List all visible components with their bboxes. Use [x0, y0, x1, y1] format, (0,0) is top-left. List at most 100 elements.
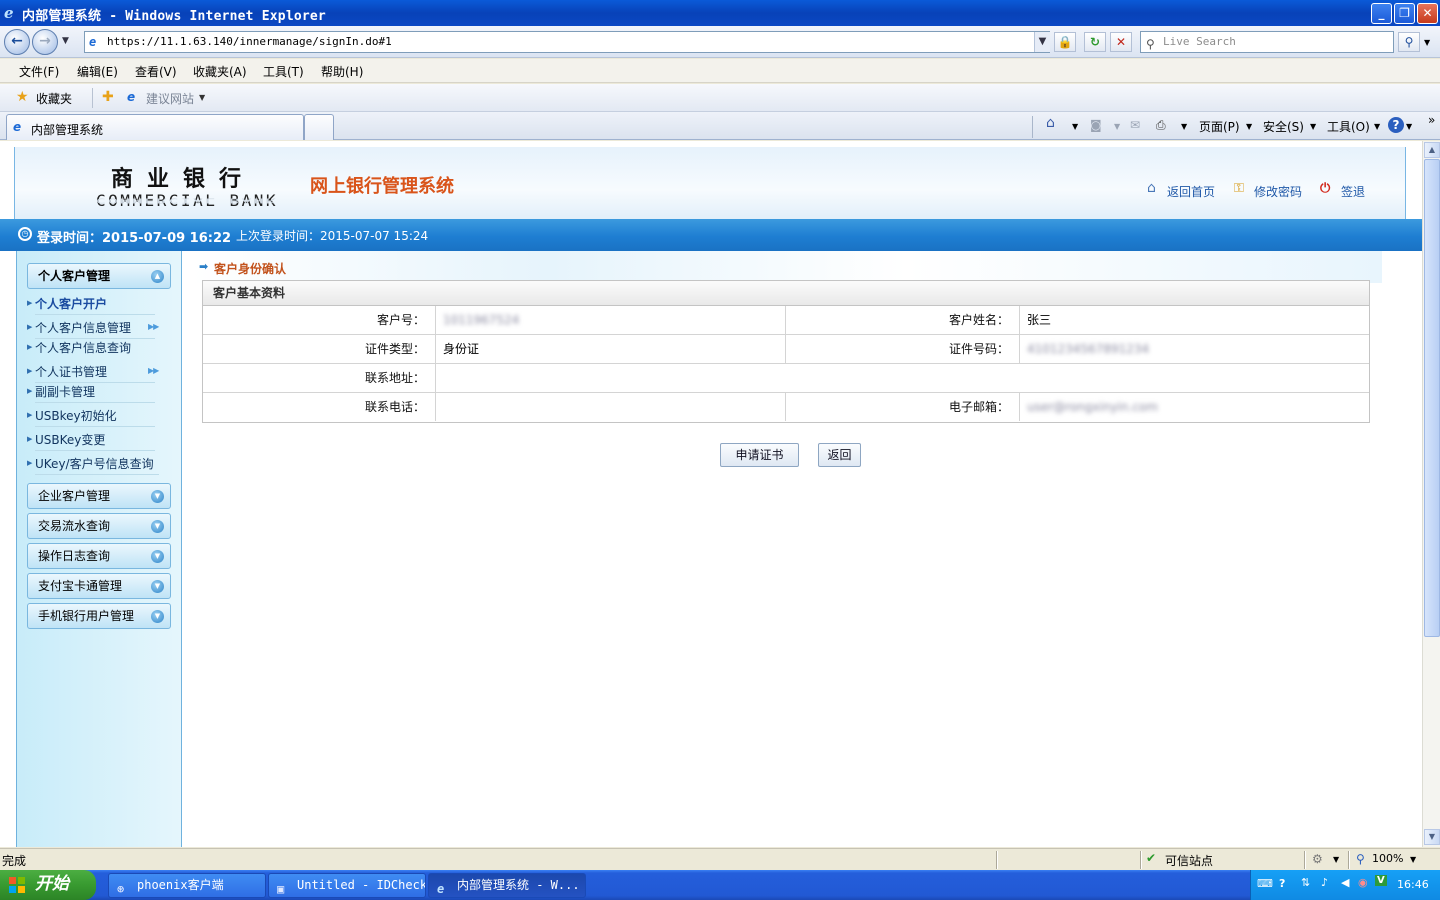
refresh-button[interactable]: ↻ — [1084, 32, 1106, 52]
page-menu[interactable]: 页面(P) — [1199, 118, 1240, 135]
restore-button[interactable]: ❐ — [1394, 3, 1415, 24]
sidebar-group-enterprise[interactable]: 企业客户管理 ▼ — [27, 483, 171, 509]
login-info-bar: ◷ 登录时间：2015-07-09 16:22 上次登录时间：2015-07-0… — [0, 219, 1422, 251]
task-phoenix[interactable]: ⊛ phoenix客户端 — [108, 873, 266, 898]
zoom-level[interactable]: 100% — [1372, 852, 1403, 865]
help-icon[interactable]: ? — [1388, 117, 1404, 133]
sidebar-item-info-manage[interactable]: ▶ 个人客户信息管理 ▶▶ — [27, 319, 159, 339]
page-scrollbar[interactable]: ▲ ▼ — [1422, 141, 1440, 847]
protected-mode-dropdown-icon[interactable]: ▼ — [1333, 855, 1339, 864]
history-dropdown-icon[interactable]: ▼ — [62, 36, 69, 46]
menu-help[interactable]: 帮助(H) — [321, 63, 363, 80]
sidebar-item-usbkey-init[interactable]: ▶ USBkey初始化 — [27, 407, 155, 427]
menu-tools[interactable]: 工具(T) — [263, 63, 304, 80]
divider — [435, 364, 436, 392]
scroll-up-icon[interactable]: ▲ — [1424, 142, 1440, 158]
sidebar-group-personal[interactable]: 个人客户管理 ▲ — [27, 263, 171, 289]
home-link[interactable]: 返回首页 — [1167, 183, 1215, 200]
task-ie-internal-system[interactable]: e 内部管理系统 - W... — [428, 873, 586, 898]
email-label: 电子邮箱： — [948, 400, 1009, 414]
help-tray-icon[interactable]: ? — [1279, 877, 1285, 890]
change-password-link[interactable]: 修改密码 — [1254, 183, 1302, 200]
sidebar-item-cert-manage[interactable]: ▶ 个人证书管理 ▶▶ — [27, 363, 159, 383]
antivirus-icon[interactable]: V — [1375, 875, 1387, 886]
home-icon[interactable]: ⌂ — [1046, 115, 1055, 131]
safety-menu[interactable]: 安全(S) — [1263, 118, 1304, 135]
address-dropdown-icon[interactable]: ▼ — [1034, 32, 1050, 52]
suggested-sites-dropdown-icon[interactable]: ▼ — [199, 93, 205, 102]
security-zone[interactable]: 可信站点 — [1165, 852, 1213, 869]
divider — [1032, 116, 1033, 138]
window-title: 内部管理系统 - Windows Internet Explorer — [22, 9, 326, 24]
suggested-sites-link[interactable]: 建议网站 — [146, 90, 194, 107]
tools-menu[interactable]: 工具(O) — [1327, 118, 1370, 135]
help-dropdown-icon[interactable]: ▼ — [1406, 122, 1412, 131]
expand-submenu-icon: ▶▶ — [148, 366, 159, 375]
protected-mode-icon[interactable]: ⚙ — [1312, 852, 1323, 866]
back-button[interactable]: ← — [4, 29, 30, 55]
favorites-button[interactable]: 收藏夹 — [36, 90, 72, 107]
start-button[interactable]: 开始 — [0, 870, 96, 900]
feeds-icon[interactable]: ◙ — [1090, 118, 1102, 132]
expand-icon: ▼ — [151, 520, 164, 533]
home-dropdown-icon[interactable]: ▼ — [1072, 122, 1078, 131]
back-button[interactable]: 返回 — [818, 443, 861, 467]
zoom-dropdown-icon[interactable]: ▼ — [1410, 855, 1416, 864]
ie-logo-icon: e — [4, 4, 14, 22]
page-viewport: 商业银行 COMMERCIAL BANK COMMERCIAL BANK 网上银… — [0, 141, 1422, 847]
apply-certificate-button[interactable]: 申请证书 — [720, 443, 799, 467]
breadcrumb-band: ➡ 客户身份确认 — [192, 251, 1382, 283]
url-text: https://11.1.63.140/innermanage/signIn.d… — [107, 35, 392, 48]
task-idcheck[interactable]: ▣ Untitled - IDCheck — [268, 873, 426, 898]
expand-icon: ▼ — [151, 610, 164, 623]
sidebar-group-alipay[interactable]: 支付宝卡通管理 ▼ — [27, 573, 171, 599]
mail-icon[interactable]: ✉ — [1130, 118, 1140, 132]
page-menu-dropdown-icon[interactable]: ▼ — [1246, 122, 1252, 131]
network-icon[interactable]: ⇅ — [1301, 876, 1310, 889]
tools-menu-dropdown-icon[interactable]: ▼ — [1374, 122, 1380, 131]
menu-view[interactable]: 查看(V) — [135, 63, 177, 80]
keyboard-icon[interactable]: ⌨ — [1257, 877, 1273, 890]
sidebar-group-oplog[interactable]: 操作日志查询 ▼ — [27, 543, 171, 569]
speaker-icon[interactable]: ♪ — [1321, 876, 1328, 889]
tab-internal-system[interactable]: e 内部管理系统 — [6, 114, 304, 140]
lock-icon[interactable]: 🔒 — [1054, 32, 1076, 52]
expand-icon: ▼ — [151, 550, 164, 563]
logout-link[interactable]: 签退 — [1341, 183, 1365, 200]
sidebar-group-mobile[interactable]: 手机银行用户管理 ▼ — [27, 603, 171, 629]
scroll-down-icon[interactable]: ▼ — [1424, 829, 1440, 845]
sidebar-item-open-account[interactable]: ▶ 个人客户开户 — [27, 295, 155, 315]
menu-edit[interactable]: 编辑(E) — [77, 63, 118, 80]
menu-favorites[interactable]: 收藏夹(A) — [193, 63, 247, 80]
tray-arrow-icon[interactable]: ◀ — [1341, 876, 1349, 889]
search-options-icon[interactable]: ▼ — [1424, 38, 1430, 47]
close-window-button[interactable]: ✕ — [1417, 3, 1438, 24]
sidebar-item-usbkey-change[interactable]: ▶ USBKey变更 — [27, 431, 155, 451]
menu-file[interactable]: 文件(F) — [19, 63, 59, 80]
login-time: 登录时间：2015-07-09 16:22 — [37, 231, 232, 246]
new-tab-button[interactable] — [304, 114, 334, 140]
form-row: 客户号： 1011967524 客户姓名： 张三 — [203, 306, 1369, 335]
scroll-thumb[interactable] — [1424, 159, 1440, 637]
chevron-more-icon[interactable]: » — [1428, 113, 1435, 127]
print-icon[interactable]: ⎙ — [1156, 118, 1166, 133]
stop-button[interactable]: ✕ — [1110, 32, 1132, 52]
live-search-input[interactable]: ⚲ Live Search — [1140, 31, 1394, 53]
safety-menu-dropdown-icon[interactable]: ▼ — [1310, 122, 1316, 131]
sidebar-item-info-query[interactable]: ▶ 个人客户信息查询 — [27, 339, 155, 359]
divider — [996, 851, 998, 869]
search-button[interactable]: ⚲ — [1398, 32, 1420, 52]
page-icon: e — [89, 35, 97, 49]
sidebar-item-ukey-query[interactable]: ▶ UKey/客户号信息查询 — [27, 455, 159, 475]
forward-button[interactable]: → — [32, 29, 58, 55]
bullet-icon: ▶ — [27, 435, 33, 443]
add-favorite-icon[interactable]: ✚ — [102, 89, 114, 105]
feeds-dropdown-icon[interactable]: ▼ — [1114, 122, 1120, 131]
tab-page-icon: e — [13, 120, 22, 134]
security-tray-icon[interactable]: ◉ — [1358, 876, 1368, 889]
sidebar-group-transactions[interactable]: 交易流水查询 ▼ — [27, 513, 171, 539]
print-dropdown-icon[interactable]: ▼ — [1181, 122, 1187, 131]
address-bar[interactable]: e https://11.1.63.140/innermanage/signIn… — [84, 31, 1050, 53]
sidebar-item-card-manage[interactable]: ▶ 副副卡管理 — [27, 383, 155, 403]
minimize-button[interactable]: _ — [1371, 3, 1392, 24]
